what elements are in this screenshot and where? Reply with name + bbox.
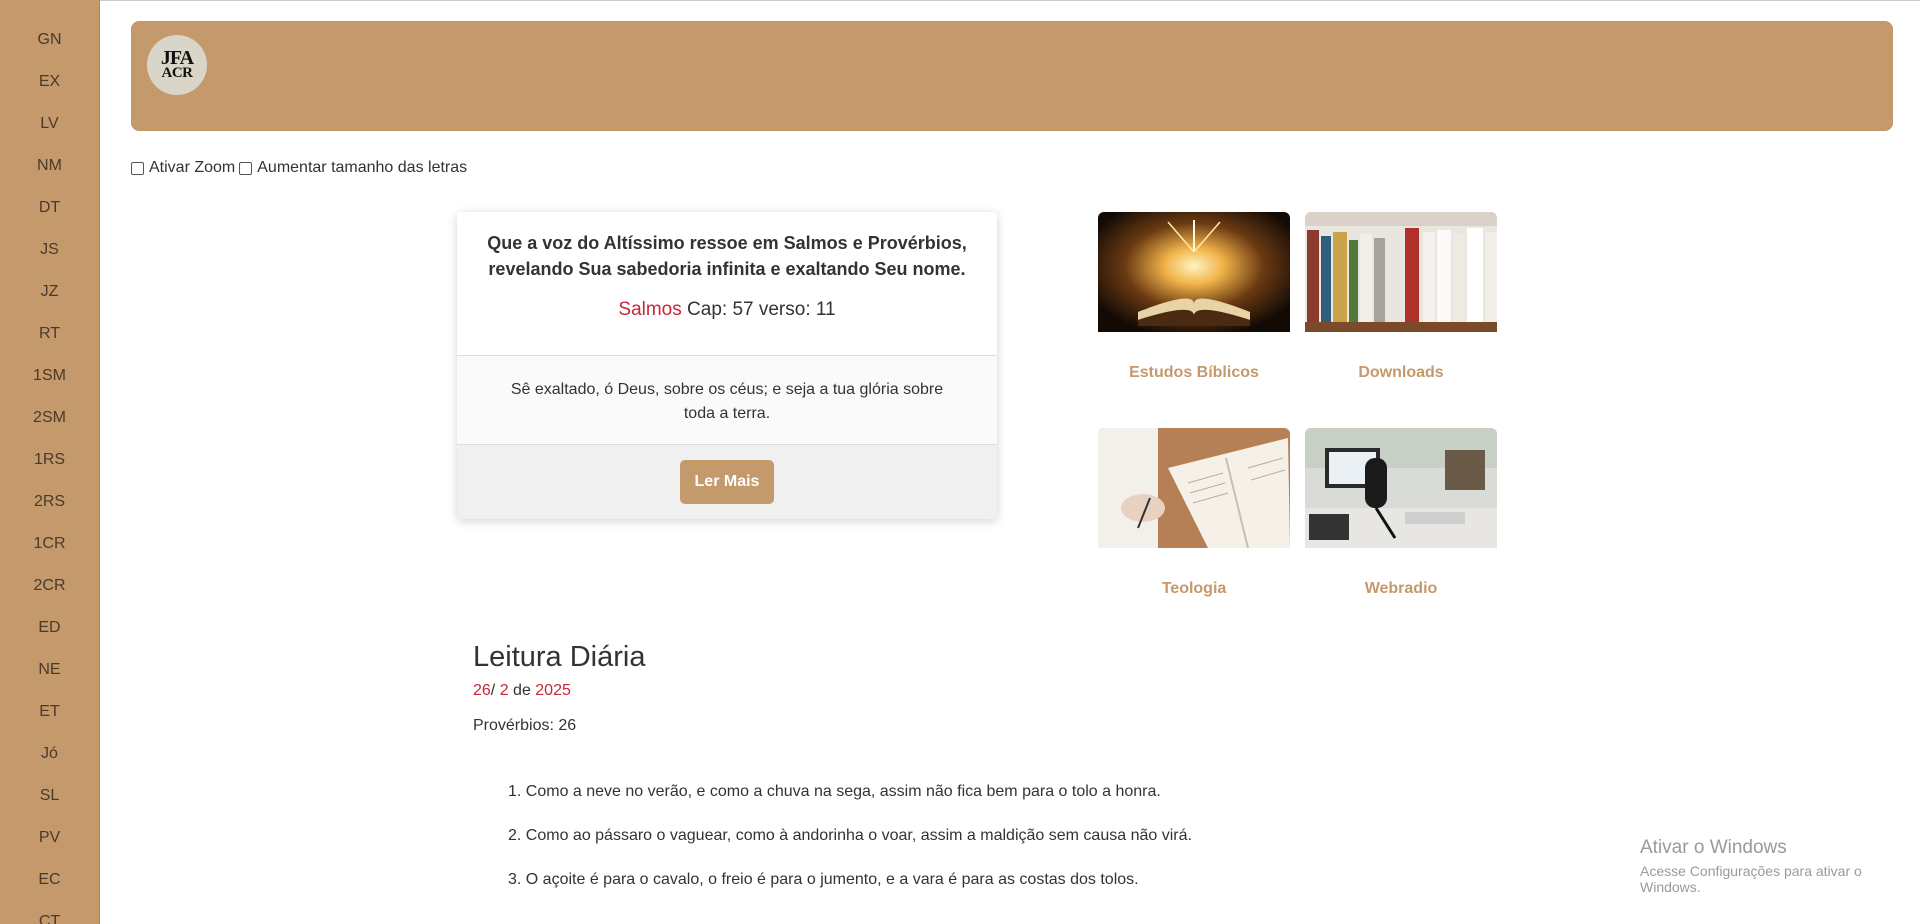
microphone-studio-image <box>1305 428 1497 548</box>
sidebar-item-jz[interactable]: JZ <box>0 271 99 313</box>
tile-teologia[interactable]: Teologia <box>1098 428 1290 598</box>
verse-card-header: Que a voz do Altíssimo ressoe em Salmos … <box>457 212 997 356</box>
sidebar-item-1sm[interactable]: 1SM <box>0 355 99 397</box>
glowing-bible-image <box>1098 212 1290 332</box>
windows-activation-watermark: Ativar o Windows Acesse Configurações pa… <box>1640 837 1920 895</box>
date-year: 2025 <box>535 682 571 699</box>
list-item: 2. Como ao pássaro o vaguear, como à and… <box>508 827 1192 844</box>
tile-downloads[interactable]: Downloads <box>1305 212 1497 382</box>
watermark-subtitle: Acesse Configurações para ativar o Windo… <box>1640 863 1862 895</box>
sidebar-item-ex[interactable]: EX <box>0 61 99 103</box>
zoom-label: Ativar Zoom <box>149 159 236 176</box>
verse-chapter-verse: Cap: 57 verso: 11 <box>681 299 836 320</box>
sidebar-item-pv[interactable]: PV <box>0 817 99 859</box>
verse-of-day-card: Que a voz do Altíssimo ressoe em Salmos … <box>457 212 997 519</box>
main-content: JFA ACR Ativar Zoom Aumentar tamanho das… <box>100 0 1920 924</box>
verse-book: Salmos <box>618 299 682 320</box>
tile-label: Estudos Bíblicos <box>1129 364 1259 381</box>
sidebar-item-et[interactable]: ET <box>0 691 99 733</box>
font-size-checkbox[interactable] <box>239 161 253 175</box>
sidebar-item-sl[interactable]: SL <box>0 775 99 817</box>
zoom-toggle[interactable]: Ativar Zoom <box>131 159 235 177</box>
logo-line-2: ACR <box>161 65 194 82</box>
list-item: 1. Como a neve no verão, e como a chuva … <box>508 783 1161 800</box>
verse-card-footer: Ler Mais <box>457 445 997 519</box>
sidebar-item-nm[interactable]: NM <box>0 145 99 187</box>
accessibility-options: Ativar Zoom Aumentar tamanho das letras <box>131 159 471 177</box>
tile-webradio[interactable]: Webradio <box>1305 428 1497 598</box>
verse-text: Sê exaltado, ó Deus, sobre os céus; e se… <box>457 356 997 445</box>
sidebar-item-gn[interactable]: GN <box>0 19 99 61</box>
tile-estudos-biblicos[interactable]: Estudos Bíblicos <box>1098 212 1290 382</box>
sidebar-item-lv[interactable]: LV <box>0 103 99 145</box>
sidebar-item-ec[interactable]: EC <box>0 859 99 901</box>
sidebar-item-ne[interactable]: NE <box>0 649 99 691</box>
site-logo[interactable]: JFA ACR <box>147 35 207 95</box>
date-separator-1: / <box>490 682 500 699</box>
date-month: 2 <box>499 682 509 699</box>
sidebar-item-ed[interactable]: ED <box>0 607 99 649</box>
reading-reference: Provérbios: 26 <box>473 717 577 734</box>
sidebar-item-ct[interactable]: CT <box>0 901 99 924</box>
verse-reference: Salmos Cap: 57 verso: 11 <box>487 299 967 321</box>
read-more-button[interactable]: Ler Mais <box>680 460 774 504</box>
tile-label: Webradio <box>1364 580 1438 597</box>
sidebar-item-2rs[interactable]: 2RS <box>0 481 99 523</box>
writing-study-image <box>1098 428 1290 548</box>
book-sidebar: GN EX LV NM DT JS JZ RT 1SM 2SM 1RS 2RS … <box>0 0 100 924</box>
sidebar-item-2cr[interactable]: 2CR <box>0 565 99 607</box>
sidebar-item-1cr[interactable]: 1CR <box>0 523 99 565</box>
reading-title: Leitura Diária <box>473 641 646 673</box>
font-size-toggle[interactable]: Aumentar tamanho das letras <box>239 159 467 177</box>
reading-date: 26/ 2 de 2025 <box>473 682 1673 700</box>
sidebar-item-1rs[interactable]: 1RS <box>0 439 99 481</box>
font-size-label: Aumentar tamanho das letras <box>257 159 468 176</box>
sidebar-item-2sm[interactable]: 2SM <box>0 397 99 439</box>
book-list: GN EX LV NM DT JS JZ RT 1SM 2SM 1RS 2RS … <box>0 0 99 924</box>
sidebar-item-jo[interactable]: Jó <box>0 733 99 775</box>
tile-label: Teologia <box>1161 580 1227 597</box>
list-item: 3. O açoite é para o cavalo, o freio é p… <box>508 871 1139 888</box>
tile-label: Downloads <box>1358 364 1444 381</box>
reading-verse-list: 1. Como a neve no verão, e como a chuva … <box>473 783 1673 915</box>
zoom-checkbox[interactable] <box>131 161 144 175</box>
header-bar: JFA ACR <box>131 21 1893 131</box>
sidebar-item-js[interactable]: JS <box>0 229 99 271</box>
bookshelf-image <box>1305 212 1497 332</box>
date-separator-2: de <box>508 682 536 699</box>
sidebar-item-dt[interactable]: DT <box>0 187 99 229</box>
date-day: 26 <box>473 682 491 699</box>
verse-intro: Que a voz do Altíssimo ressoe em Salmos … <box>487 233 967 279</box>
watermark-title: Ativar o Windows <box>1640 837 1787 858</box>
daily-reading: Leitura Diária 26/ 2 de 2025 Provérbios:… <box>473 641 1673 915</box>
sidebar-item-rt[interactable]: RT <box>0 313 99 355</box>
